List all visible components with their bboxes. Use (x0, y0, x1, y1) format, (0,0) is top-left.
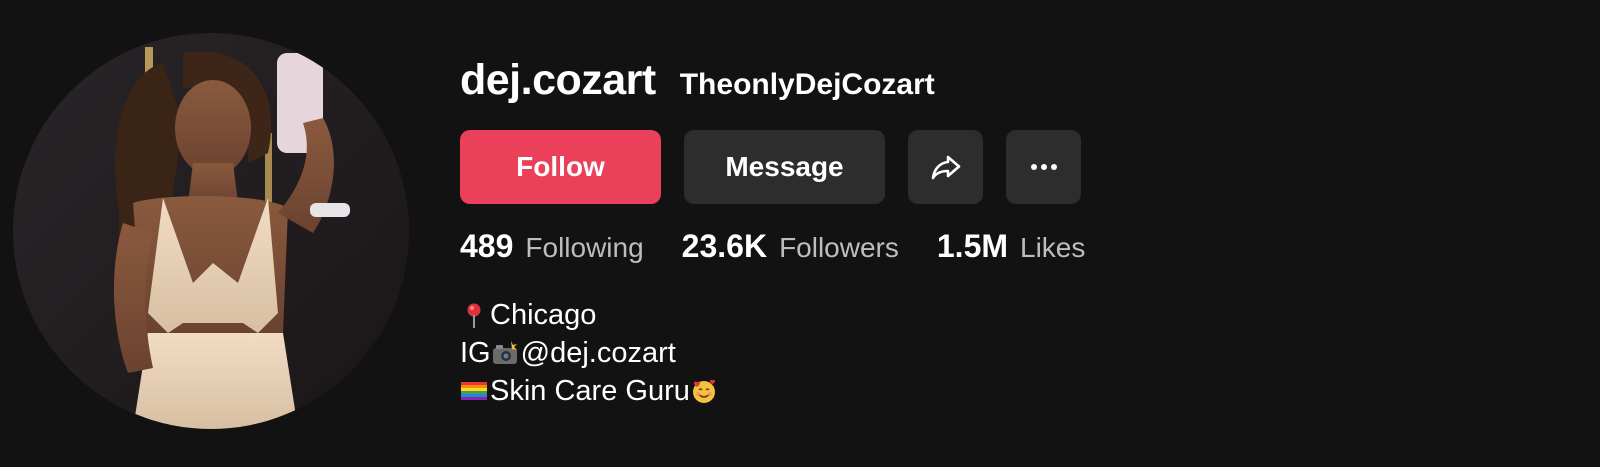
username: dej.cozart (460, 56, 656, 104)
likes-label: Likes (1020, 232, 1086, 263)
smiling-hearts-face-icon (690, 377, 718, 405)
share-button[interactable] (908, 130, 983, 204)
bio-line-location: Chicago (460, 296, 720, 334)
bio-tagline-text: Skin Care Guru (490, 375, 690, 407)
bio-line-instagram: IG @dej.cozart (460, 334, 720, 372)
avatar-photo (13, 33, 409, 429)
followers-label: Followers (779, 232, 899, 263)
bio-line-tagline: Skin Care Guru (460, 372, 720, 410)
bio-ig-prefix: IG (460, 337, 491, 369)
message-button[interactable]: Message (684, 130, 885, 204)
stat-following[interactable]: 489 Following (460, 228, 644, 265)
pin-icon (460, 301, 488, 329)
rainbow-flag-icon (460, 377, 488, 405)
more-dots-icon (1027, 150, 1061, 184)
stat-likes: 1.5M Likes (937, 228, 1086, 265)
stat-followers[interactable]: 23.6K Followers (682, 228, 899, 265)
bio-location-text: Chicago (490, 299, 597, 331)
follow-button[interactable]: Follow (460, 130, 661, 204)
profile-stats: 489 Following 23.6K Followers 1.5M Likes (460, 228, 1123, 265)
share-arrow-icon (929, 150, 963, 184)
likes-count: 1.5M (936, 228, 1009, 264)
following-count: 489 (460, 228, 514, 264)
camera-flash-icon (491, 339, 519, 367)
more-button[interactable] (1006, 130, 1081, 204)
avatar[interactable] (13, 33, 409, 429)
following-label: Following (525, 232, 644, 263)
profile-header: dej.cozart TheonlyDejCozart Follow Messa… (0, 0, 1600, 467)
profile-bio: Chicago IG @dej.cozart Skin Care Guru (460, 296, 720, 410)
profile-actions: Follow Message (460, 130, 1081, 204)
followers-count: 23.6K (681, 228, 768, 264)
profile-names: dej.cozart TheonlyDejCozart (460, 56, 935, 105)
nickname: TheonlyDejCozart (679, 68, 935, 101)
bio-instagram-handle: @dej.cozart (520, 337, 676, 369)
